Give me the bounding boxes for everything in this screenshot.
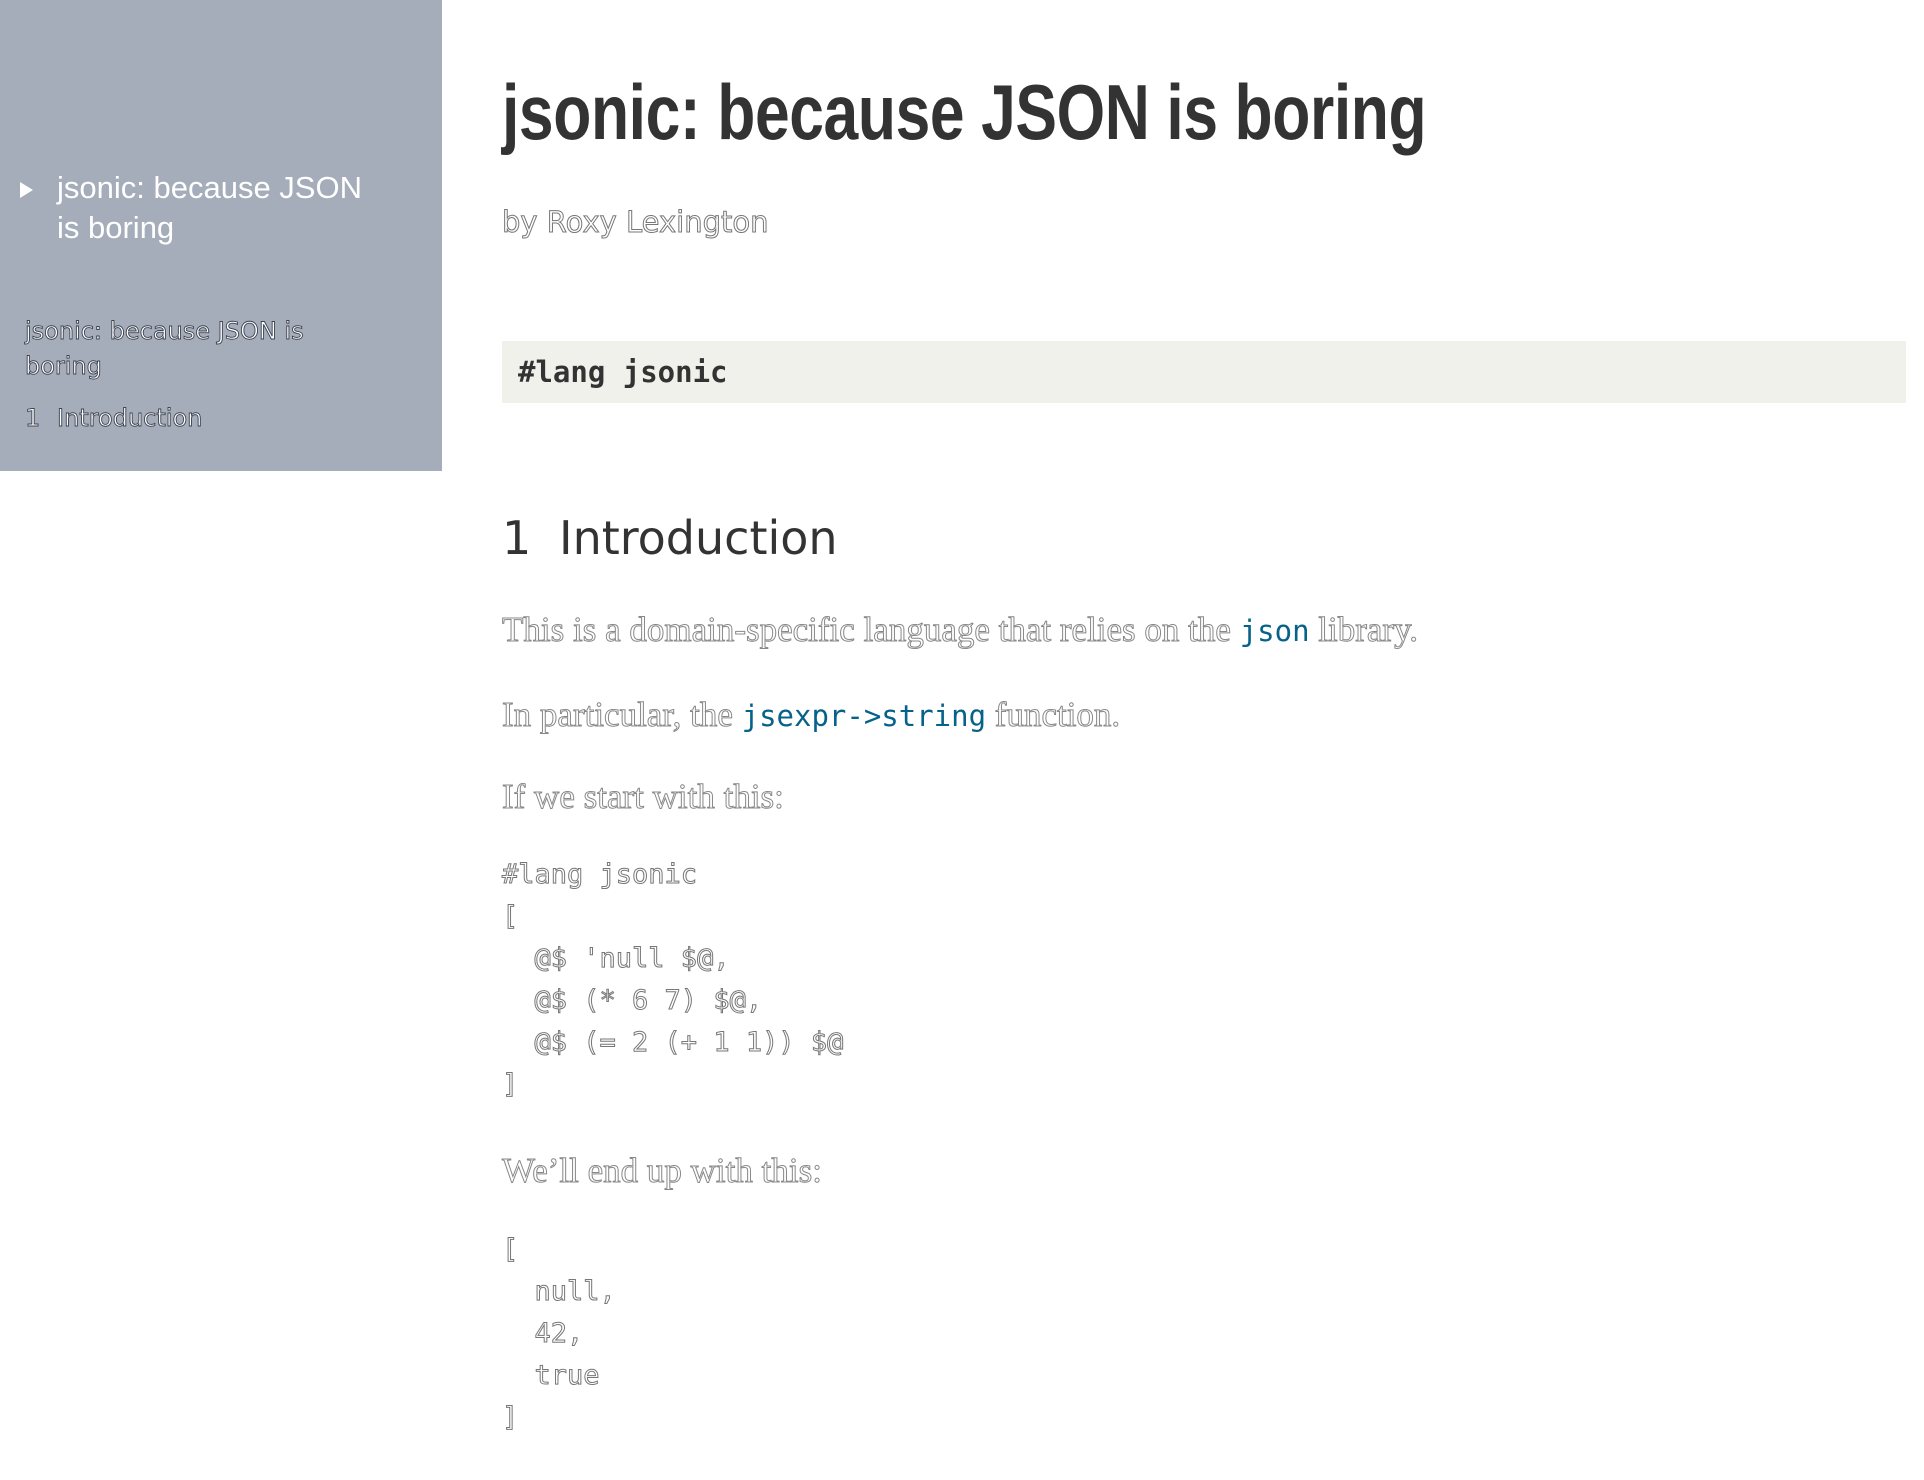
code-block-output: [ null, 42, true] bbox=[502, 1229, 617, 1439]
paragraph-start: If we start with this: bbox=[502, 777, 785, 817]
jsexpr-string-link[interactable]: jsexpr->string bbox=[742, 699, 986, 733]
code-block-input: #lang jsonic [ @$ 'null $@, @$ (* 6 7) $@… bbox=[501, 854, 844, 1106]
section-title: Introduction bbox=[559, 511, 838, 565]
toc-item-label: Introduction bbox=[57, 404, 203, 433]
json-link[interactable]: json bbox=[1240, 614, 1310, 648]
section-heading: 1 Introduction bbox=[502, 508, 838, 568]
code-line: true bbox=[502, 1360, 600, 1392]
code-line: ] bbox=[501, 1069, 519, 1101]
paragraph-text: function. bbox=[986, 695, 1121, 735]
paragraph-text: This is a domain-specific language that … bbox=[502, 610, 1240, 650]
code-line: ] bbox=[502, 1402, 519, 1434]
lang-declaration-box: #lang jsonic bbox=[502, 341, 1906, 403]
paragraph-intro: This is a domain-specific language that … bbox=[502, 607, 1419, 654]
code-line: @$ (= 2 (+ 1 1)) $@ bbox=[502, 1027, 844, 1059]
paragraph-text: library. bbox=[1309, 610, 1419, 650]
code-line: 42, bbox=[502, 1318, 584, 1350]
sidebar-top-nav[interactable]: jsonic: because JSON is boring bbox=[20, 168, 420, 248]
toc-item-introduction[interactable]: 1 Introduction bbox=[25, 401, 335, 436]
code-line: [ bbox=[501, 901, 519, 933]
code-line: null, bbox=[502, 1276, 616, 1308]
sidebar-top-title[interactable]: jsonic: because JSON is boring bbox=[57, 168, 377, 248]
paragraph-end: We’ll end up with this: bbox=[502, 1151, 823, 1191]
paragraph-text: In particular, the bbox=[502, 695, 742, 735]
main-content: jsonic: because JSON is boring by Roxy L… bbox=[501, 0, 1906, 1480]
code-line: @$ 'null $@, bbox=[502, 943, 730, 975]
code-line: @$ (* 6 7) $@, bbox=[502, 985, 763, 1017]
paragraph-function: In particular, the jsexpr->string functi… bbox=[502, 692, 1121, 739]
section-number: 1 bbox=[502, 511, 532, 565]
toc-title-link[interactable]: jsonic: because JSON is boring bbox=[25, 314, 335, 384]
code-line: [ bbox=[502, 1234, 519, 1266]
toc-item-number: 1 bbox=[25, 404, 41, 433]
lang-declaration: #lang jsonic bbox=[518, 355, 728, 389]
author-line: by Roxy Lexington bbox=[502, 205, 770, 240]
code-line: #lang jsonic bbox=[501, 859, 698, 891]
sidebar: jsonic: because JSON is boring jsonic: b… bbox=[0, 0, 442, 471]
table-of-contents: jsonic: because JSON is boring 1 Introdu… bbox=[25, 314, 335, 436]
page-title: jsonic: because JSON is boring bbox=[502, 68, 1427, 156]
triangle-right-icon[interactable] bbox=[20, 182, 33, 198]
